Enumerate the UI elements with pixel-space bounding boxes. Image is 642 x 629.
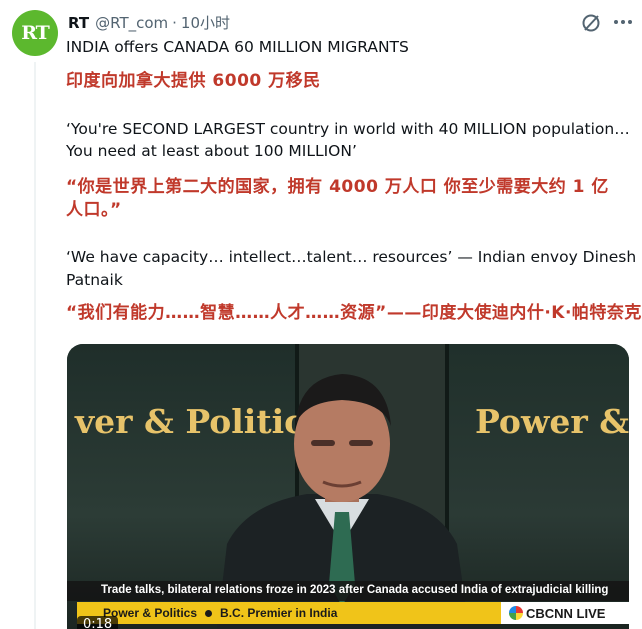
separator-dot: · <box>172 14 177 32</box>
video-timestamp: 0:18 <box>77 616 119 629</box>
lower-third-bar: Power & Politics B.C. Premier in India C… <box>77 602 629 624</box>
show-brand-right: Power & <box>475 402 629 441</box>
separator-dot <box>205 609 213 617</box>
tweet-line-quote-1: ‘You're SECOND LARGEST country in world … <box>66 120 630 138</box>
network-logo: CBCNN LIVE <box>501 602 629 624</box>
avatar[interactable]: RT <box>12 10 58 56</box>
thread-line <box>34 62 36 629</box>
author-name[interactable]: RT <box>68 14 89 32</box>
tweet-header: RT @RT_com · 10小时 <box>68 12 230 33</box>
segment-topic: B.C. Premier in India <box>220 606 338 620</box>
video-player[interactable]: ver & Politic Power & Trade talks, bilat… <box>67 344 629 629</box>
author-handle[interactable]: @RT_com <box>95 14 168 32</box>
grok-icon[interactable] <box>580 12 602 34</box>
more-icon[interactable] <box>614 20 632 24</box>
tweet-line-quote-zh-1: “你是世界上第二大的国家，拥有 4000 万人口 你至少需要大约 1 亿 <box>66 177 609 197</box>
tweet-line-quote-2: You need at least about 100 MILLION’ <box>66 142 357 160</box>
tweet-line-quote-4: Patnaik <box>66 271 123 289</box>
tweet-line-quote-zh-2: 人口。” <box>66 200 122 220</box>
tweet-time[interactable]: 10小时 <box>181 12 230 33</box>
tweet-line-quote-zh-3: “我们有能力……智慧……人才……资源”——印度大使迪内什·K·帕特奈克 <box>66 303 642 323</box>
network-name: CBCNN LIVE <box>526 605 606 621</box>
cbc-logo-icon <box>509 606 523 620</box>
tweet-line-headline-zh: 印度向加拿大提供 6000 万移民 <box>66 71 321 91</box>
news-caption: Trade talks, bilateral relations froze i… <box>67 581 629 601</box>
tweet-line-headline: INDIA offers CANADA 60 MILLION MIGRANTS <box>66 38 409 56</box>
lower-third: Trade talks, bilateral relations froze i… <box>67 581 629 629</box>
tweet-line-quote-3: ‘We have capacity… intellect…talent… res… <box>66 248 642 266</box>
